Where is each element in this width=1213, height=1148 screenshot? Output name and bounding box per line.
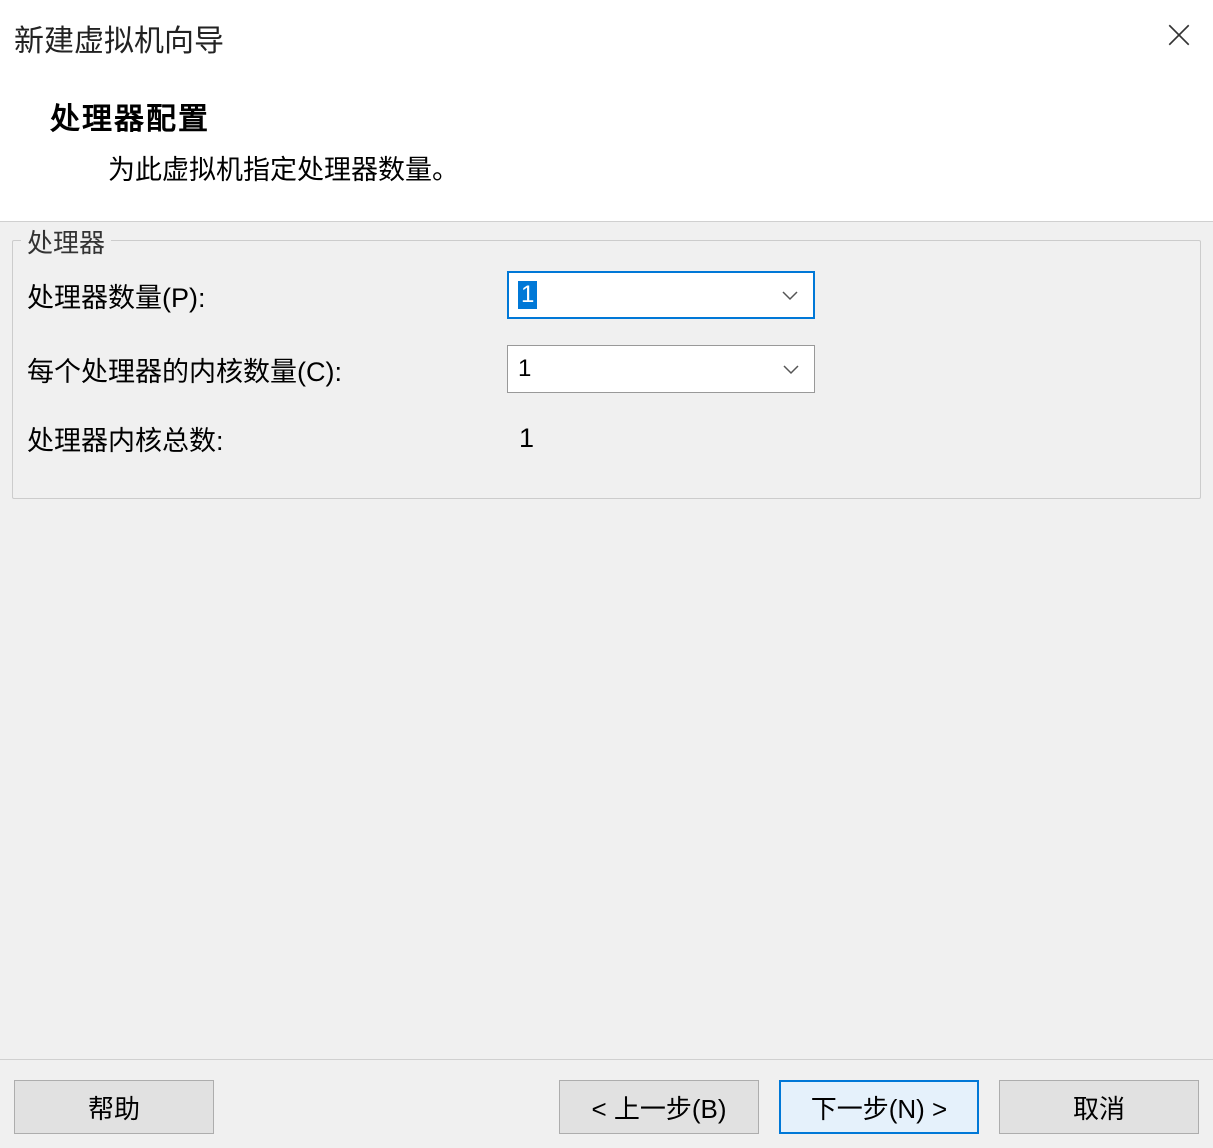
page-description: 为此虚拟机指定处理器数量。 [108, 148, 1163, 187]
cores-per-processor-row: 每个处理器的内核数量(C): 1 [27, 345, 1186, 393]
help-button[interactable]: 帮助 [14, 1080, 214, 1134]
window-title: 新建虚拟机向导 [14, 16, 224, 60]
back-button[interactable]: < 上一步(B) [559, 1080, 759, 1134]
cores-per-processor-select[interactable]: 1 [507, 345, 815, 393]
total-cores-row: 处理器内核总数: 1 [27, 419, 1186, 458]
total-cores-value: 1 [507, 423, 534, 454]
chevron-down-icon [782, 363, 800, 375]
wizard-header: 处理器配置 为此虚拟机指定处理器数量。 [0, 76, 1213, 222]
processor-count-label: 处理器数量(P): [27, 276, 507, 315]
processor-count-select[interactable]: 1 [507, 271, 815, 319]
total-cores-label: 处理器内核总数: [27, 419, 507, 458]
wizard-footer: 帮助 < 上一步(B) 下一步(N) > 取消 [0, 1059, 1213, 1148]
main-content: 处理器 处理器数量(P): 1 每个处理器的内核数量(C): 1 [0, 222, 1213, 1059]
cores-per-processor-label: 每个处理器的内核数量(C): [27, 350, 507, 389]
processor-groupbox: 处理器 处理器数量(P): 1 每个处理器的内核数量(C): 1 [12, 240, 1201, 499]
next-button[interactable]: 下一步(N) > [779, 1080, 979, 1134]
close-button[interactable] [1163, 22, 1195, 54]
nav-button-group: < 上一步(B) 下一步(N) > 取消 [559, 1080, 1199, 1134]
chevron-down-icon [781, 289, 799, 301]
groupbox-legend: 处理器 [21, 223, 111, 260]
processor-count-row: 处理器数量(P): 1 [27, 271, 1186, 319]
page-title: 处理器配置 [50, 94, 1163, 138]
close-icon [1166, 22, 1192, 55]
titlebar: 新建虚拟机向导 [0, 0, 1213, 76]
cores-per-processor-value: 1 [518, 355, 814, 383]
cancel-button[interactable]: 取消 [999, 1080, 1199, 1134]
processor-count-value: 1 [518, 281, 537, 309]
